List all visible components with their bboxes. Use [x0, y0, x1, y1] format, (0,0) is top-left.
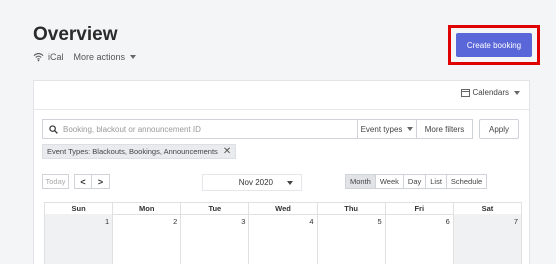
weekday-header: Fri: [384, 203, 453, 214]
weekday-header: Tue: [180, 203, 248, 214]
view-week-button[interactable]: Week: [375, 174, 404, 189]
filter-chip: Event Types: Blackouts, Bookings, Announ…: [42, 144, 237, 159]
view-schedule-button[interactable]: Schedule: [446, 174, 488, 189]
more-filters-button[interactable]: More filters: [417, 119, 473, 139]
close-icon[interactable]: ✕: [223, 146, 231, 157]
day-cell[interactable]: 1: [44, 214, 113, 264]
search-row: Booking, blackout or announcement ID Eve…: [42, 119, 519, 139]
chevron-down-icon: [130, 55, 137, 59]
event-types-dropdown[interactable]: Event types: [357, 119, 417, 139]
month-value: Nov 2020: [238, 178, 273, 187]
calendars-dropdown[interactable]: Calendars: [460, 88, 520, 97]
calendars-label: Calendars: [472, 88, 509, 97]
month-select[interactable]: Nov 2020: [202, 174, 302, 191]
day-cell[interactable]: 2: [112, 214, 180, 264]
day-cell[interactable]: 4: [248, 214, 316, 264]
wifi-icon: [33, 53, 44, 62]
next-button[interactable]: >: [92, 174, 110, 189]
search-icon: [49, 124, 58, 134]
date-nav: < >: [74, 174, 110, 189]
apply-button[interactable]: Apply: [479, 119, 519, 139]
more-actions-dropdown[interactable]: More actions: [74, 52, 137, 62]
today-button[interactable]: Today: [42, 174, 69, 189]
header-subrow: iCal More actions: [33, 52, 137, 62]
weekday-header: Sun: [44, 203, 112, 214]
chevron-down-icon: [287, 180, 293, 185]
calendar-panel: Calendars Booking, blackout or announcem…: [33, 80, 530, 264]
weekday-header: Thu: [316, 203, 385, 214]
search-placeholder: Booking, blackout or announcement ID: [63, 124, 201, 134]
day-cell[interactable]: 3: [180, 214, 248, 264]
calendar-week-row: 1 2 3 4 5 6 7: [44, 214, 522, 264]
weekday-header: Wed: [248, 203, 316, 214]
day-cell[interactable]: 6: [384, 214, 453, 264]
view-day-button[interactable]: Day: [403, 174, 427, 189]
view-list-button[interactable]: List: [426, 174, 447, 189]
event-types-label: Event types: [360, 124, 403, 134]
create-booking-button[interactable]: Create booking: [456, 33, 532, 57]
ical-link[interactable]: iCal: [48, 52, 64, 62]
filter-chip-label: Event Types: Blackouts, Bookings, Announ…: [47, 147, 218, 156]
chevron-down-icon: [514, 90, 520, 95]
more-actions-label: More actions: [73, 52, 126, 62]
weekday-header: Mon: [112, 203, 180, 214]
panel-header: Calendars: [34, 81, 529, 110]
search-input[interactable]: Booking, blackout or announcement ID: [42, 119, 357, 139]
day-cell[interactable]: 5: [316, 214, 385, 264]
chevron-down-icon: [407, 127, 414, 131]
day-cell[interactable]: 7: [452, 214, 522, 264]
view-switcher: Month Week Day List Schedule: [345, 174, 488, 189]
page-title: Overview: [33, 24, 118, 45]
prev-button[interactable]: <: [74, 174, 92, 189]
view-month-button[interactable]: Month: [345, 174, 376, 189]
calendar-icon: [460, 88, 470, 97]
weekday-header: Sat: [452, 203, 522, 214]
